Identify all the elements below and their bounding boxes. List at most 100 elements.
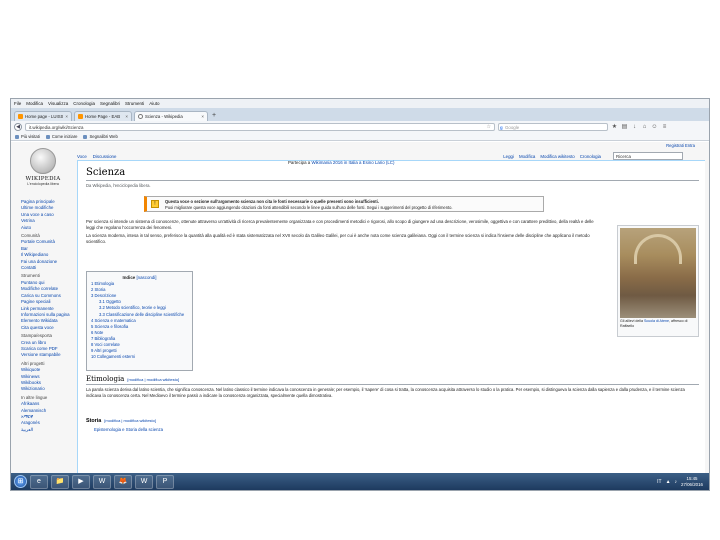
new-tab-button[interactable]: + <box>212 111 216 121</box>
tab-discussion[interactable]: Discussione <box>93 154 117 159</box>
close-tab-icon[interactable]: × <box>201 114 204 119</box>
sidebar-item[interactable]: Versione stampabile <box>21 352 73 358</box>
tab-luiss[interactable]: Home page - LUISS × <box>14 111 72 121</box>
site-notice-text: Partecipa a <box>288 160 312 165</box>
menu-history[interactable]: Cronologia <box>73 101 95 106</box>
lead-paragraph: Per scienza si intende un sistema di con… <box>86 219 602 245</box>
bookmark-star-icon[interactable]: ☆ <box>487 124 491 131</box>
tab-read[interactable]: Leggi <box>503 154 514 159</box>
taskbar-app-word[interactable]: W <box>93 474 111 489</box>
section-heading-etymology: Etimologia [modifica | modifica wikitesto… <box>86 375 699 385</box>
volume-icon[interactable]: ♪ <box>675 479 678 485</box>
network-icon[interactable]: ▲ <box>666 479 671 485</box>
close-tab-icon[interactable]: × <box>125 114 128 119</box>
school-of-athens-image[interactable] <box>620 228 696 318</box>
title-divider <box>86 180 699 181</box>
navigation-bar: ◀ it.wikipedia.org/wiki/Scienza ☆ Google… <box>11 121 709 133</box>
home-icon[interactable]: ⌂ <box>641 124 648 131</box>
article-content: Partecipa a Wikimania 2016 in Italia a E… <box>77 160 705 475</box>
menu-edit[interactable]: Modifica <box>26 101 43 106</box>
section-heading-history: Storia [modifica | modifica wikitesto] <box>86 418 157 424</box>
bookmark-item[interactable]: Come iniziare <box>45 134 77 139</box>
start-button[interactable]: ⊞ <box>14 475 27 488</box>
caption-link[interactable]: Scuola di Atene <box>644 319 669 323</box>
search-placeholder: Google <box>505 125 520 130</box>
lead-text-1: Per scienza si intende un sistema di con… <box>86 219 594 230</box>
section-edit-link[interactable]: [modifica | modifica wikitesto] <box>104 418 156 423</box>
tab-label: Home Page - EAB <box>85 114 121 119</box>
taskbar-app-firefox[interactable]: 🦊 <box>114 474 132 489</box>
page-subtitle: Da Wikipedia, l'enciclopedia libera. <box>86 183 151 188</box>
tab-label: Home page - LUISS <box>25 114 64 119</box>
menu-tools[interactable]: Strumenti <box>125 101 144 106</box>
toc-item[interactable]: 10 Collegamenti esterni <box>91 354 188 360</box>
tab-eab[interactable]: Home Page - EAB × <box>74 111 132 121</box>
bookmark-item[interactable]: Più visitati <box>15 134 40 139</box>
puzzle-globe-icon <box>30 148 56 174</box>
menu-view[interactable]: Visualizza <box>48 101 68 106</box>
toc-toggle[interactable]: [nascondi] <box>136 275 156 280</box>
desktop-screen: File Modifica Visualizza Cronologia Segn… <box>10 98 710 491</box>
wiki-search-input[interactable]: Ricerca <box>613 152 683 160</box>
page-tabs: Voce Discussione <box>77 154 116 159</box>
arch-shape <box>634 234 682 264</box>
bookmarks-toolbar: Più visitati Come iniziare Segnalibri We… <box>11 133 709 141</box>
article-image[interactable]: Gli allievi della Scuola di Atene, affre… <box>617 225 699 337</box>
etymology-text: La parola scienza deriva dal latino scie… <box>86 387 685 398</box>
tab-article[interactable]: Voce <box>77 154 87 159</box>
wikipedia-logo[interactable]: WIKIPEDIA L'enciclopedia libera <box>23 148 63 190</box>
taskbar-app-explorer[interactable]: 📁 <box>51 474 69 489</box>
bookmark-icon <box>83 134 88 139</box>
search-bar[interactable]: Google <box>498 123 608 131</box>
menu-help[interactable]: Aiuto <box>149 101 159 106</box>
tab-label: Scienza - Wikipedia <box>145 114 183 119</box>
main-article-link[interactable]: Epistemologia e Storia della scienza <box>94 427 163 432</box>
taskbar-app-media[interactable]: ▶ <box>72 474 90 489</box>
sidebar-item[interactable]: Contatti <box>21 265 73 271</box>
menu-bar: File Modifica Visualizza Cronologia Segn… <box>11 99 709 108</box>
sidebar-item[interactable]: العربية <box>21 427 73 433</box>
clock-date: 27/06/2016 <box>681 481 703 487</box>
sidebar-item[interactable]: Aiuto <box>21 225 73 231</box>
sidebar-item[interactable]: Cita questa voce <box>21 325 73 331</box>
tab-edit[interactable]: Modifica <box>519 154 535 159</box>
logo-tagline: L'enciclopedia libera <box>27 182 59 186</box>
bookmarks-icon[interactable]: ★ <box>611 124 618 131</box>
bookmark-icon <box>45 134 50 139</box>
taskbar-app-ie[interactable]: e <box>30 474 48 489</box>
favicon-icon <box>18 114 23 119</box>
warning-icon: ! <box>151 200 159 208</box>
menu-file[interactable]: File <box>14 101 21 106</box>
taskbar-app-powerpoint[interactable]: P <box>156 474 174 489</box>
lead-text-2: La scienza moderna, intesa in tal senso,… <box>86 233 590 244</box>
toc-item[interactable]: 3.3 Classificazione delle discipline sci… <box>91 312 188 318</box>
menu-bookmarks[interactable]: Segnalibri <box>100 101 120 106</box>
windows-taskbar: ⊞ e 📁 ▶ W 🦊 W P IT ▲ ♪ 15:45 27/06/2016 <box>11 473 709 490</box>
clock[interactable]: 15:45 27/06/2016 <box>681 476 703 486</box>
download-icon[interactable]: ↓ <box>631 124 638 131</box>
view-tabs: Leggi Modifica Modifica wikitesto Cronol… <box>503 154 601 159</box>
close-tab-icon[interactable]: × <box>65 114 68 119</box>
sidebar-item[interactable]: Wikizionario <box>21 386 73 392</box>
menu-icon[interactable]: ≡ <box>661 124 668 131</box>
url-bar[interactable]: it.wikipedia.org/wiki/Scienza ☆ <box>25 123 495 131</box>
wikipedia-favicon-icon <box>138 114 143 119</box>
image-caption: Gli allievi della Scuola di Atene, affre… <box>620 319 688 328</box>
taskbar-app-word-2[interactable]: W <box>135 474 153 489</box>
favicon-icon <box>78 114 83 119</box>
tab-edit-source[interactable]: Modifica wikitesto <box>540 154 574 159</box>
tab-history[interactable]: Cronologia <box>580 154 601 159</box>
site-notice: Partecipa a Wikimania 2016 in Italia a E… <box>288 160 394 165</box>
language-indicator[interactable]: IT <box>657 479 661 485</box>
wikipedia-page: WIKIPEDIA L'enciclopedia libera Pagina p… <box>11 142 709 475</box>
back-button[interactable]: ◀ <box>14 123 22 131</box>
sidebar-navigation: Pagina principale Ultime modifiche Una v… <box>21 199 73 433</box>
user-links[interactable]: Registrati Entra <box>666 143 695 148</box>
chat-icon[interactable]: ☺ <box>651 124 658 131</box>
section-edit-link[interactable]: [modifica | modifica wikitesto] <box>127 377 179 382</box>
site-notice-link[interactable]: Wikimania 2016 in Italia a Esino Lario (… <box>311 160 394 165</box>
tab-wikipedia[interactable]: Scienza - Wikipedia × <box>134 111 208 121</box>
bookmark-item[interactable]: Segnalibri Web <box>83 134 118 139</box>
library-icon[interactable]: ▤ <box>621 124 628 131</box>
page-title: Scienza <box>86 167 126 178</box>
